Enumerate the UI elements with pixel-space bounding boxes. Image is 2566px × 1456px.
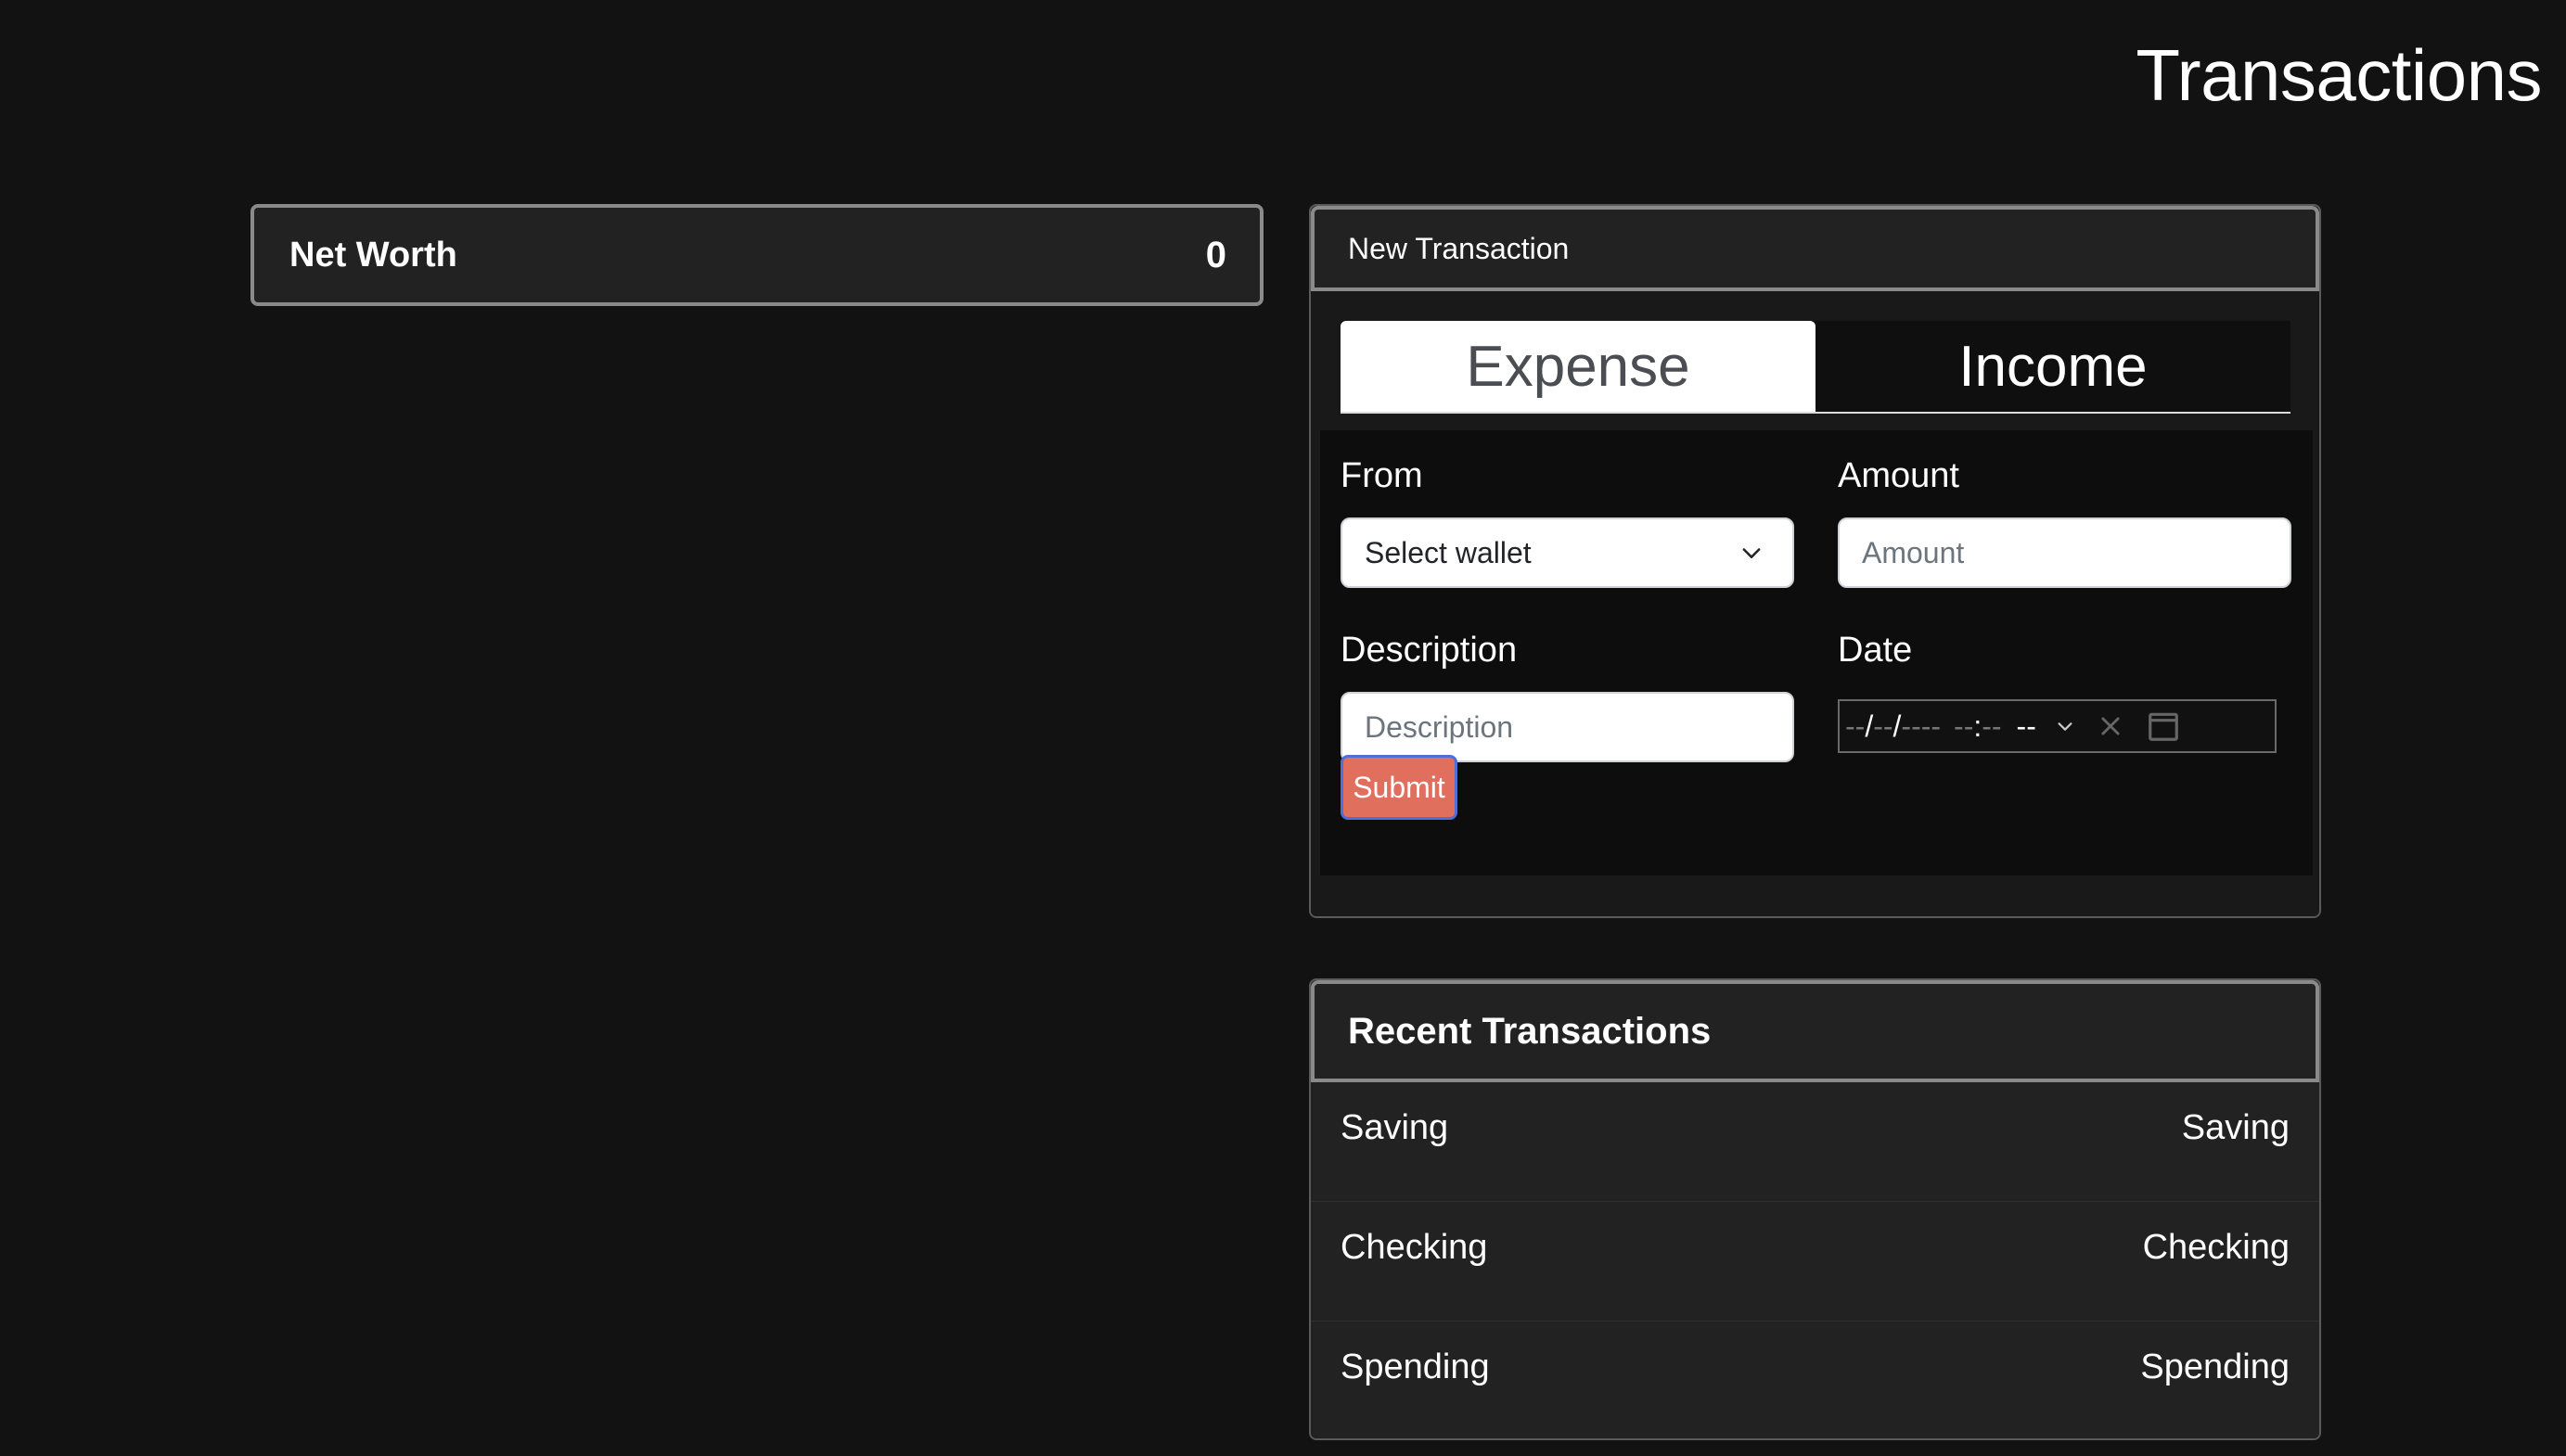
date-day[interactable]: -- [1873,709,1892,744]
new-transaction-header: New Transaction [1311,206,2319,291]
recent-transactions-card: Recent Transactions Saving Saving Checki… [1309,978,2321,1440]
time-minute[interactable]: -- [1982,709,2001,744]
list-item[interactable]: Saving Saving [1311,1082,2319,1202]
page-title: Transactions [2136,34,2542,116]
chevron-down-icon[interactable] [2055,716,2075,736]
transaction-target: Spending [2140,1347,2290,1386]
transaction-form: From Select wallet Amount Amount Descrip… [1320,430,2313,875]
recent-transactions-header: Recent Transactions [1311,980,2319,1082]
tab-expense[interactable]: Expense [1341,321,1815,412]
submit-button[interactable]: Submit [1341,755,1457,820]
tab-income[interactable]: Income [1815,321,2290,412]
recent-transactions-list: Saving Saving Checking Checking Spending… [1311,1082,2319,1438]
list-item[interactable]: Spending Spending [1311,1322,2319,1438]
transaction-source: Checking [1341,1228,1488,1267]
new-transaction-card: New Transaction Expense Income From Sele… [1309,204,2321,918]
amount-input[interactable]: Amount [1838,517,2291,588]
date-label: Date [1838,631,1913,670]
wallet-select[interactable]: Select wallet [1341,517,1794,588]
calendar-icon[interactable] [2146,709,2181,744]
amount-label: Amount [1838,456,1959,495]
transaction-type-tabs: Expense Income [1341,321,2290,414]
date-month[interactable]: -- [1845,709,1865,744]
date-year[interactable]: ---- [1901,709,1941,744]
date-time-input[interactable]: -- / -- / ---- --: -- -- [1838,699,2277,753]
transaction-target: Saving [2181,1108,2290,1147]
transaction-source: Saving [1341,1108,1449,1147]
transaction-target: Checking [2142,1228,2290,1267]
from-label: From [1341,456,1423,495]
net-worth-card: Net Worth 0 [250,204,1264,306]
description-input[interactable]: Description [1341,692,1794,762]
wallet-select-value: Select wallet [1365,535,1532,569]
close-icon[interactable] [2098,713,2123,739]
time-ampm[interactable]: -- [2017,709,2036,744]
description-label: Description [1341,631,1518,670]
list-item[interactable]: Checking Checking [1311,1202,2319,1322]
chevron-down-icon [1742,548,1761,558]
transaction-source: Spending [1341,1347,1490,1386]
time-hour[interactable]: -- [1954,709,1973,744]
net-worth-value: 0 [1205,234,1226,275]
net-worth-label: Net Worth [289,235,457,275]
new-transaction-body: Expense Income From Select wallet Amount… [1311,291,2319,916]
